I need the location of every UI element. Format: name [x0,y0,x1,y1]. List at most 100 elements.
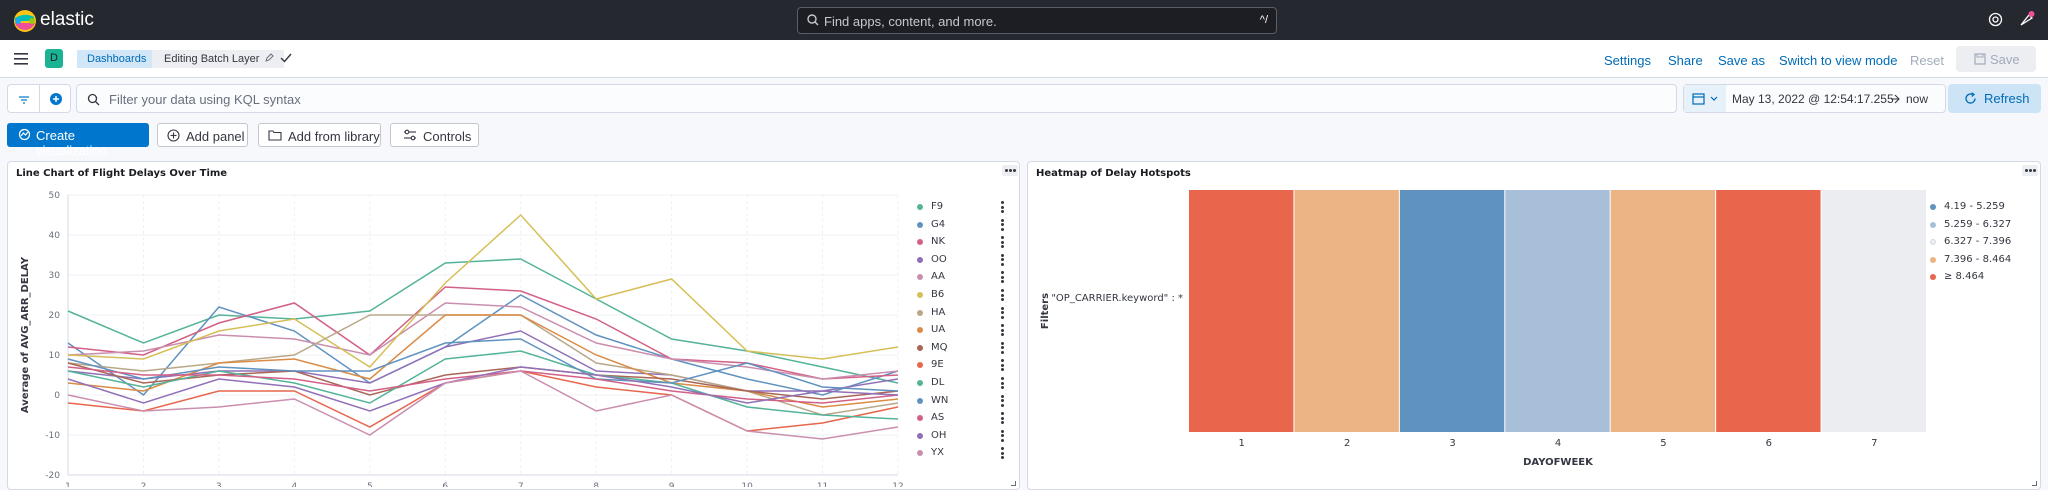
legend-item[interactable]: DL [917,377,1007,391]
save-as-link[interactable]: Save as [1718,53,1765,68]
y-tick-label: -10 [45,431,60,441]
line-chart: -20-1001020304050123456789101112MONTHAve… [20,191,904,487]
add-filter-icon[interactable] [49,92,63,106]
legend-item[interactable]: 6.327 - 7.396 [1930,236,2030,250]
legend-item[interactable]: NK [917,236,1007,250]
refresh-icon [1965,92,1976,104]
legend-label: YX [931,447,944,459]
check-icon [280,53,292,63]
legend-options-icon[interactable] [1001,429,1004,442]
legend-item[interactable]: OO [917,253,1007,268]
legend-options-icon[interactable] [1001,324,1004,337]
save-icon [1974,53,1986,65]
legend-item[interactable]: F9 [917,201,1007,215]
legend-options-icon[interactable] [1001,201,1004,213]
legend-label: OO [931,253,947,265]
legend-swatch [917,327,923,334]
breadcrumb-current: Editing Batch Layer [152,50,285,68]
legend-item[interactable]: AS [917,412,1007,426]
legend-label: 7.396 - 8.464 [1944,253,2012,265]
legend-options-icon[interactable] [1001,394,1004,407]
quick-menu-button[interactable] [1684,85,1726,112]
y-tick-label: -20 [45,471,60,481]
legend-item[interactable]: 7.396 - 8.464 [1930,254,2030,268]
save-button[interactable]: Save [1956,46,2036,72]
panel-options-button[interactable] [2022,165,2038,176]
heatmap-cell [1716,190,1821,432]
divider [39,85,40,112]
legend-item[interactable]: YX [917,447,1007,461]
legend-swatch [917,380,923,386]
legend-item[interactable]: HA [917,306,1007,321]
legend-item[interactable]: G4 [917,218,1007,233]
legend-options-icon[interactable] [1001,359,1004,372]
space-avatar[interactable]: D [45,49,63,68]
date-start[interactable]: May 13, 2022 @ 12:54:17.255 [1732,92,1894,106]
menu-icon[interactable] [14,52,30,66]
legend-item[interactable]: 9E [917,359,1007,373]
legend-label: AS [931,412,945,424]
legend-label: 5.259 - 6.327 [1944,218,2012,230]
elastic-logo-icon[interactable] [12,8,38,34]
panel-resize-handle[interactable] [1011,481,1016,486]
series-line-g4 [67,294,899,397]
panel-resize-handle[interactable] [2032,481,2037,486]
legend-item[interactable]: WN [917,394,1007,409]
legend-label: 9E [931,359,944,371]
legend-label: DL [931,377,945,388]
controls-button[interactable]: Controls [390,123,479,147]
app-header: D Dashboards Editing Batch Layer Setting… [0,40,2048,78]
legend-swatch [917,397,923,404]
plus-circle-icon [167,129,180,142]
add-panel-label: Add panel [186,129,245,144]
legend-label: F9 [931,201,944,212]
legend-item[interactable]: 4.19 - 5.259 [1930,201,2030,215]
share-link[interactable]: Share [1668,53,1703,68]
create-visualization-button[interactable]: Create visualization [7,123,149,158]
legend-label: 4.19 - 5.259 [1944,201,2005,212]
breadcrumb-dashboards[interactable]: Dashboards [77,50,157,68]
kql-search-input[interactable]: Filter your data using KQL syntax [76,84,1677,113]
brand-name: elastic [40,9,94,30]
save-label: Save [1990,52,2020,67]
refresh-button[interactable]: Refresh [1948,84,2041,113]
settings-link[interactable]: Settings [1604,53,1651,68]
legend-options-icon[interactable] [1001,236,1004,249]
legend-item[interactable]: ≥ 8.464 [1930,271,2030,285]
legend-item[interactable]: 5.259 - 6.327 [1930,219,2030,233]
panel-options-button[interactable] [1002,165,1018,176]
y-axis-title: Filters [1040,293,1051,329]
kql-placeholder: Filter your data using KQL syntax [109,92,301,107]
x-tick-label: 9 [669,482,675,487]
legend-options-icon[interactable] [1001,341,1004,354]
global-header: elastic Find apps, content, and more. ^/ [0,0,2048,40]
help-icon[interactable] [1988,12,2003,27]
global-search[interactable]: Find apps, content, and more. ^/ [797,7,1277,34]
add-panel-button[interactable]: Add panel [157,123,248,147]
x-tick-label: 5 [1660,438,1666,449]
legend-item[interactable]: UA [917,324,1007,338]
y-tick-label: 30 [49,271,61,281]
legend-options-icon[interactable] [1001,253,1004,266]
legend-options-icon[interactable] [1001,377,1004,389]
legend-options-icon[interactable] [1001,218,1004,231]
legend-item[interactable]: MQ [917,341,1007,356]
newsfeed-icon[interactable] [2018,10,2036,28]
date-end[interactable]: now [1906,92,1928,106]
legend-options-icon[interactable] [1001,412,1004,425]
x-tick-label: 5 [367,482,373,487]
reset-link[interactable]: Reset [1910,53,1944,68]
date-picker[interactable]: May 13, 2022 @ 12:54:17.255 now [1683,84,1946,113]
legend-options-icon[interactable] [1001,306,1004,319]
legend-options-icon[interactable] [1001,271,1004,284]
legend-item[interactable]: B6 [917,289,1007,303]
legend-options-icon[interactable] [1001,289,1004,301]
legend-swatch [917,432,923,439]
switch-view-mode-link[interactable]: Switch to view mode [1779,53,1898,68]
legend-item[interactable]: OH [917,429,1007,444]
add-from-library-button[interactable]: Add from library [258,123,381,147]
x-tick-label: 10 [741,482,753,487]
filter-icon[interactable] [18,95,30,105]
legend-item[interactable]: AA [917,271,1007,285]
legend-options-icon[interactable] [1001,447,1004,460]
